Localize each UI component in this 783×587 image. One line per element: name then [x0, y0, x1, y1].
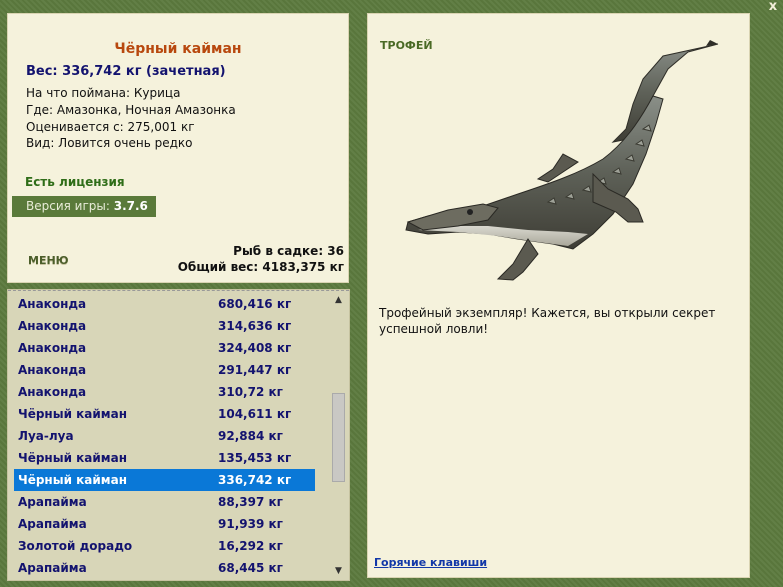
bait-info: На что поймана: Курица: [26, 86, 181, 100]
version-label: Версия игры:: [26, 199, 110, 213]
fish-name: Чёрный кайман: [114, 41, 242, 57]
list-item-name: Арапайма: [18, 561, 87, 575]
list-item-weight: 104,611 кг: [218, 407, 292, 421]
total-weight: Общий вес: 4183,375 кг: [177, 260, 344, 274]
list-item-weight: 135,453 кг: [218, 451, 292, 465]
location-info: Где: Амазонка, Ночная Амазонка: [26, 103, 236, 117]
list-item-weight: 310,72 кг: [218, 385, 283, 399]
menu-button[interactable]: МЕНЮ: [28, 254, 69, 267]
list-scrollbar[interactable]: ▲ ▼: [330, 293, 347, 578]
game-version: Версия игры: 3.7.6: [12, 196, 156, 217]
list-item-name: Луа-луа: [18, 429, 74, 443]
list-item-name: Анаконда: [18, 319, 87, 333]
list-item[interactable]: Золотой дорадо 16,292 кг: [14, 535, 315, 557]
chevron-down-icon[interactable]: ▼: [330, 564, 347, 578]
scrollbar-thumb[interactable]: [332, 393, 345, 482]
list-item[interactable]: Анаконда 324,408 кг: [14, 337, 315, 359]
list-item-name: Анаконда: [18, 363, 87, 377]
list-item-weight: 324,408 кг: [218, 341, 292, 355]
list-item-name: Анаконда: [18, 385, 87, 399]
list-item-name: Арапайма: [18, 495, 87, 509]
caiman-image: [405, 40, 719, 281]
list-item-weight: 336,742 кг: [218, 473, 292, 487]
trophy-panel: ТРОФЕЙ Трофейный экземпляр! Кажется, вы …: [367, 13, 750, 578]
hotkeys-link[interactable]: Горячие клавиши: [374, 556, 487, 569]
list-item[interactable]: Чёрный кайман 336,742 кг: [14, 469, 315, 491]
list-item[interactable]: Чёрный кайман 104,611 кг: [14, 403, 315, 425]
list-item[interactable]: Анаконда 310,72 кг: [14, 381, 315, 403]
keepnet-stats: Рыб в садке: 36 Общий вес: 4183,375 кг: [178, 243, 344, 275]
fish-count: Рыб в садке: 36: [233, 244, 344, 258]
fish-weight: Вес: 336,742 кг (зачетная): [26, 64, 226, 79]
trophy-description: Трофейный экземпляр! Кажется, вы открыли…: [379, 306, 716, 336]
close-icon[interactable]: x: [766, 0, 780, 14]
list-item-weight: 68,445 кг: [218, 561, 283, 575]
list-item[interactable]: Чёрный кайман 135,453 кг: [14, 447, 315, 469]
license-status: Есть лицензия: [25, 175, 125, 189]
list-item-name: Чёрный кайман: [18, 473, 128, 487]
list-item-weight: 314,636 кг: [218, 319, 292, 333]
list-item[interactable]: Анаконда 314,636 кг: [14, 315, 315, 337]
valued-info: Оценивается с: 275,001 кг: [26, 120, 195, 134]
list-item-weight: 88,397 кг: [218, 495, 283, 509]
list-item[interactable]: Луа-луа 92,884 кг: [14, 425, 315, 447]
list-item[interactable]: Арапайма 88,397 кг: [14, 491, 315, 513]
list-item-name: Арапайма: [18, 517, 87, 531]
list-item[interactable]: Арапайма 91,939 кг: [14, 513, 315, 535]
version-value: 3.7.6: [113, 199, 148, 213]
list-item-name: Анаконда: [18, 297, 87, 311]
catch-list[interactable]: Анаконда 680,416 кг Анаконда 314,636 кг Анак…: [7, 289, 350, 581]
catch-info-panel: Чёрный кайман Вес: 336,742 кг (зачетная)…: [7, 13, 349, 283]
list-item-name: Анаконда: [18, 341, 87, 355]
list-item-name: Золотой дорадо: [18, 539, 133, 553]
list-item-weight: 291,447 кг: [218, 363, 292, 377]
chevron-up-icon[interactable]: ▲: [330, 293, 347, 307]
rarity-info: Вид: Ловится очень редко: [26, 136, 193, 150]
list-item-name: Чёрный кайман: [18, 451, 128, 465]
list-item-weight: 91,939 кг: [218, 517, 283, 531]
list-item[interactable]: Анаконда 680,416 кг: [14, 293, 315, 315]
list-item-weight: 680,416 кг: [218, 297, 292, 311]
list-item-name: Чёрный кайман: [18, 407, 128, 421]
list-item-weight: 16,292 кг: [218, 539, 283, 553]
list-item-weight: 92,884 кг: [218, 429, 283, 443]
list-item[interactable]: Анаконда 291,447 кг: [14, 359, 315, 381]
list-item[interactable]: Арапайма 68,445 кг: [14, 557, 315, 579]
